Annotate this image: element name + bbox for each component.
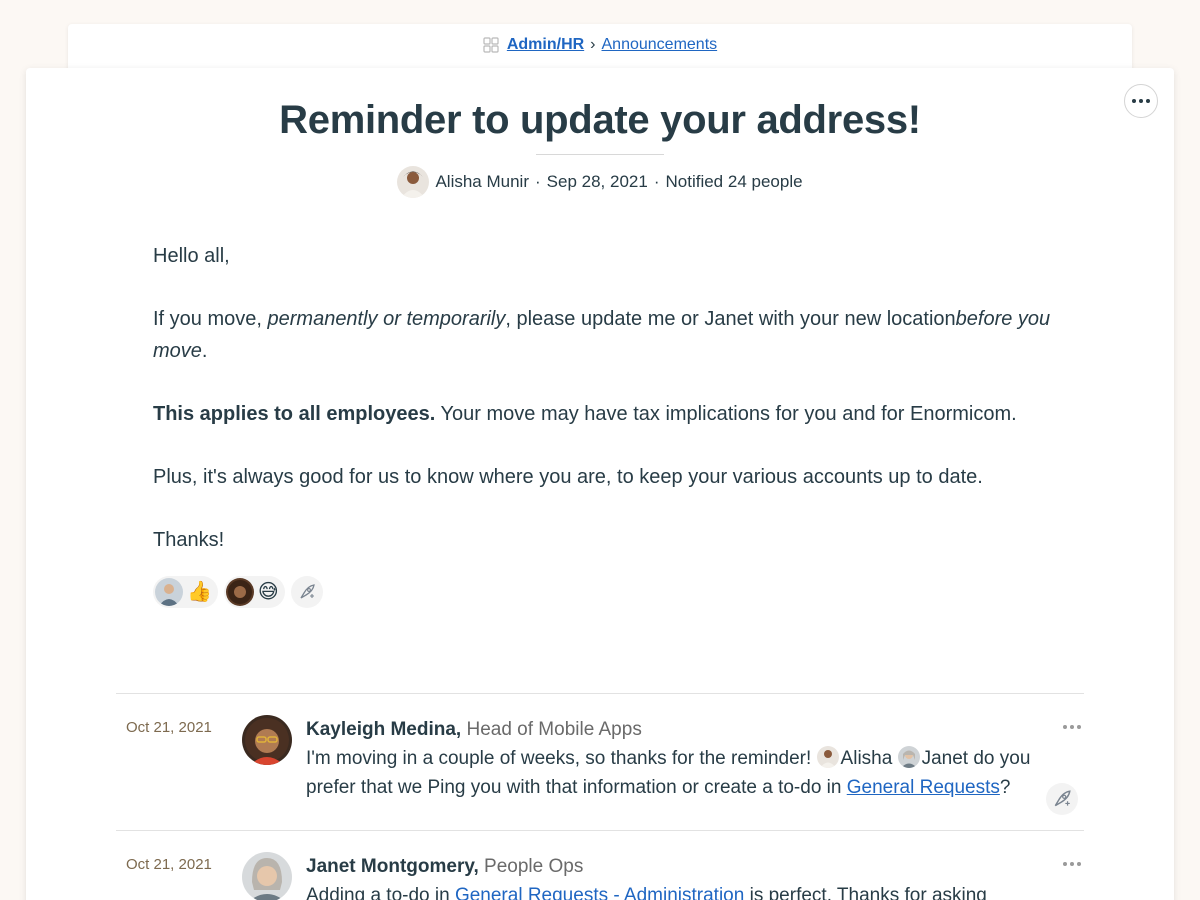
reaction-sweat-smile[interactable]: 😅 (223, 576, 285, 608)
mention-avatar (816, 746, 839, 768)
rocket-icon (1054, 790, 1071, 807)
mention-janet[interactable]: Janet (922, 748, 968, 769)
comment-header: Kayleigh Medina, Head of Mobile Apps (306, 715, 1056, 744)
reactor-avatar (155, 578, 183, 606)
general-requests-link[interactable]: General Requests (847, 777, 1000, 798)
comments-divider (116, 830, 1084, 831)
comment-text: I'm moving in a couple of weeks, so than… (306, 744, 1056, 802)
message-reactions: 👍 😅 (153, 576, 323, 608)
body-text: Your move may have tax implications for … (435, 403, 1017, 425)
comment-text: Adding a to-do in General Requests - Adm… (306, 881, 1056, 900)
add-boost-button[interactable] (290, 576, 323, 608)
more-icon-dot (1077, 725, 1081, 729)
body-closing: Thanks! (153, 529, 225, 551)
more-icon-dot (1077, 862, 1081, 866)
body-text: If you move, (153, 308, 268, 330)
comment-content: Janet Montgomery, People Ops Adding a to… (306, 852, 1056, 900)
rocket-icon (300, 584, 315, 599)
byline-separator: · (653, 172, 660, 191)
general-requests-administration-link[interactable]: General Requests - Administration (455, 885, 744, 900)
thumbs-up-icon: 👍 (187, 581, 212, 603)
commenter-role: People Ops (478, 856, 584, 877)
more-icon-dot (1070, 725, 1074, 729)
notified-count[interactable]: Notified 24 people (666, 172, 803, 192)
message-byline: Alisha Munir · Sep 28, 2021 · Notified 2… (26, 166, 1174, 198)
sweat-smile-icon: 😅 (257, 581, 279, 603)
comment-text-part (892, 748, 897, 769)
more-icon-dot (1070, 862, 1074, 866)
comment-text-part: ? (999, 777, 1011, 798)
comment-text-part: I'm moving in a couple of weeks, so than… (306, 748, 817, 769)
body-emphasis: permanently or temporarily (267, 308, 506, 330)
breadcrumb-project-link[interactable]: Admin/HR (507, 36, 584, 54)
comment-content: Kayleigh Medina, Head of Mobile Apps I'm… (306, 715, 1056, 802)
comment-options-button[interactable] (1060, 858, 1084, 870)
commenter-name[interactable]: Kayleigh Medina, (306, 719, 461, 740)
comment-text-part: Adding a to-do in (306, 885, 455, 900)
more-icon (1063, 862, 1067, 866)
comment-boost-button[interactable] (1046, 783, 1078, 815)
body-text: . (201, 340, 208, 362)
body-strong: This applies to all employees. (153, 403, 436, 425)
commenter-avatar[interactable] (242, 852, 292, 900)
comment-text-part: is perfect. Thanks for asking (744, 885, 987, 900)
commenter-name[interactable]: Janet Montgomery, (306, 856, 479, 877)
comment-date[interactable]: Oct 21, 2021 (126, 856, 212, 873)
message-body: Hello all, If you move, permanently or t… (153, 240, 1053, 587)
comment-date[interactable]: Oct 21, 2021 (126, 719, 212, 736)
body-paragraph-2: This applies to all employees. Your move… (153, 398, 1053, 430)
message-date[interactable]: Sep 28, 2021 (547, 172, 648, 192)
reactor-avatar (225, 578, 254, 606)
breadcrumb-separator: › (590, 36, 596, 53)
comment-options-button[interactable] (1060, 721, 1084, 733)
body-greeting: Hello all, (153, 245, 230, 267)
body-text: , please update me or Janet with your ne… (505, 308, 956, 330)
mention-alisha[interactable]: Alisha (841, 748, 893, 769)
comment-header: Janet Montgomery, People Ops (306, 852, 1056, 881)
project-grid-icon (483, 37, 499, 53)
mention-avatar (897, 746, 920, 768)
commenter-avatar[interactable] (242, 715, 292, 765)
reaction-thumbs-up[interactable]: 👍 (153, 576, 218, 608)
body-paragraph-3: Plus, it's always good for us to know wh… (153, 466, 983, 488)
body-paragraph-1: If you move, permanently or temporarily,… (153, 303, 1053, 367)
title-divider (536, 154, 664, 155)
author-name[interactable]: Alisha Munir (435, 172, 529, 192)
byline-separator: · (535, 172, 541, 191)
commenter-role: Head of Mobile Apps (461, 719, 642, 740)
author-avatar[interactable] (397, 166, 430, 198)
comments-divider (116, 693, 1084, 694)
breadcrumb: Admin/HR › Announcements (0, 36, 1200, 54)
more-icon (1063, 725, 1067, 729)
message-title: Reminder to update your address! (279, 98, 921, 142)
breadcrumb-section-link[interactable]: Announcements (602, 36, 718, 54)
